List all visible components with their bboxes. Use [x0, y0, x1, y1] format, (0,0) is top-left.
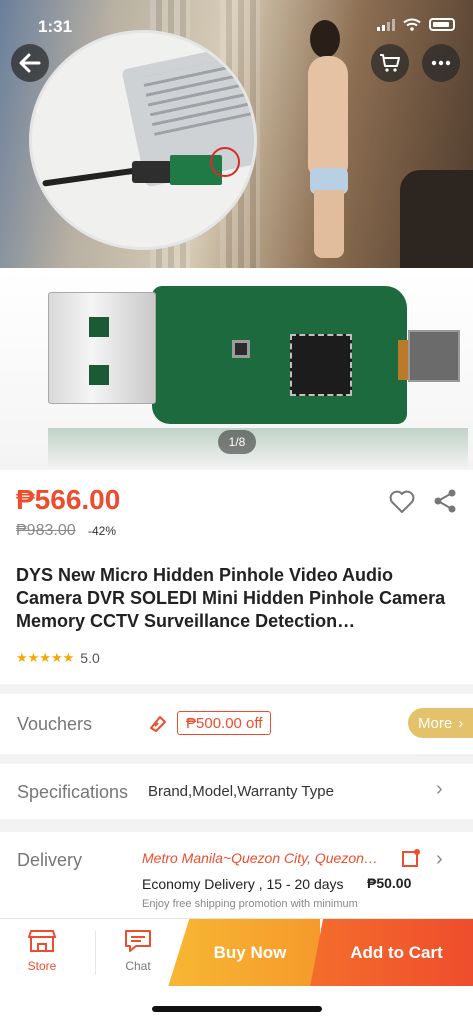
status-icons [377, 18, 455, 31]
rating[interactable]: ★★★★★ 5.0 [16, 650, 100, 666]
store-tab[interactable]: Store [12, 929, 72, 973]
status-time: 1:31 [38, 17, 73, 36]
product-info: ₱566.00 ₱983.00 -42% DYS New Micro Hidde… [0, 470, 473, 684]
usb-connector [48, 292, 156, 404]
delivery-location[interactable]: Metro Manila~Quezon City, Quezon… [142, 850, 378, 866]
camera-module [408, 330, 460, 382]
chat-label: Chat [125, 959, 151, 973]
specifications-value: Brand,Model,Warranty Type [148, 783, 334, 800]
chat-icon [125, 930, 151, 952]
status-bar: 1:31 [0, 0, 473, 44]
highlight-circle [210, 147, 240, 177]
ticket-icon [150, 716, 166, 732]
store-icon [28, 930, 56, 952]
image-pager: 1/8 [218, 430, 256, 454]
reflection [48, 428, 468, 470]
buy-now-button[interactable]: Buy Now [168, 919, 320, 987]
more-vouchers-button[interactable]: More › [408, 708, 473, 738]
specifications-row[interactable]: Specifications Brand,Model,Warranty Type… [0, 764, 473, 819]
pcb-board [152, 286, 407, 424]
store-label: Store [27, 959, 57, 973]
chevron-right-icon: › [436, 778, 443, 800]
discount-percent: -42% [88, 524, 117, 538]
wifi-icon [403, 18, 421, 31]
cart-icon [380, 54, 400, 72]
chat-tab[interactable]: Chat [108, 929, 168, 973]
back-button[interactable] [11, 44, 49, 82]
delivery-label: Delivery [17, 850, 83, 870]
share-icon[interactable] [432, 488, 458, 514]
vouchers-label: Vouchers [17, 714, 93, 734]
more-options-button[interactable] [422, 44, 460, 82]
pcb-button [232, 340, 250, 358]
cart-button[interactable] [371, 44, 409, 82]
original-price: ₱983.00 [16, 522, 76, 539]
home-indicator[interactable] [152, 1006, 322, 1012]
specifications-label: Specifications [17, 782, 129, 802]
more-icon [431, 60, 451, 66]
shipping-promo: Enjoy free shipping promotion with minim… [142, 898, 358, 910]
voucher-chip[interactable]: ₱500.00 off [177, 711, 272, 735]
delivery-row[interactable]: Delivery Metro Manila~Quezon City, Quezo… [0, 832, 473, 920]
star-rating-icon: ★★★★★ [16, 650, 75, 665]
rating-value: 5.0 [80, 650, 100, 666]
add-to-cart-button[interactable]: Add to Cart [310, 919, 473, 987]
bottom-action-bar: Store Chat Buy Now Add to Cart [0, 918, 473, 987]
edit-location-icon[interactable] [401, 848, 421, 868]
current-price: ₱566.00 [16, 484, 121, 515]
back-arrow-icon [19, 53, 41, 73]
heart-icon[interactable] [389, 490, 415, 514]
delivery-method: Economy Delivery , 15 - 20 days [142, 876, 344, 892]
product-title: DYS New Micro Hidden Pinhole Video Audio… [16, 565, 446, 631]
chevron-right-icon: › [458, 714, 464, 732]
processor-chip [290, 334, 352, 396]
photo-objects [400, 170, 473, 268]
delivery-fee: ₱50.00 [367, 875, 412, 891]
photo-person [292, 18, 372, 258]
product-page: 1/8 1:31 ₱566.00 ₱983.00 -42% DYS New Mi… [0, 0, 473, 1024]
more-label: More [418, 714, 453, 732]
divider [95, 931, 96, 975]
vouchers-row[interactable]: Vouchers ₱500.00 off More › [0, 694, 473, 754]
signal-icon [377, 18, 395, 31]
home-indicator-area [0, 986, 473, 1024]
chevron-right-icon: › [436, 848, 443, 870]
usb-plugged-inset [29, 30, 257, 250]
battery-icon [429, 18, 455, 31]
